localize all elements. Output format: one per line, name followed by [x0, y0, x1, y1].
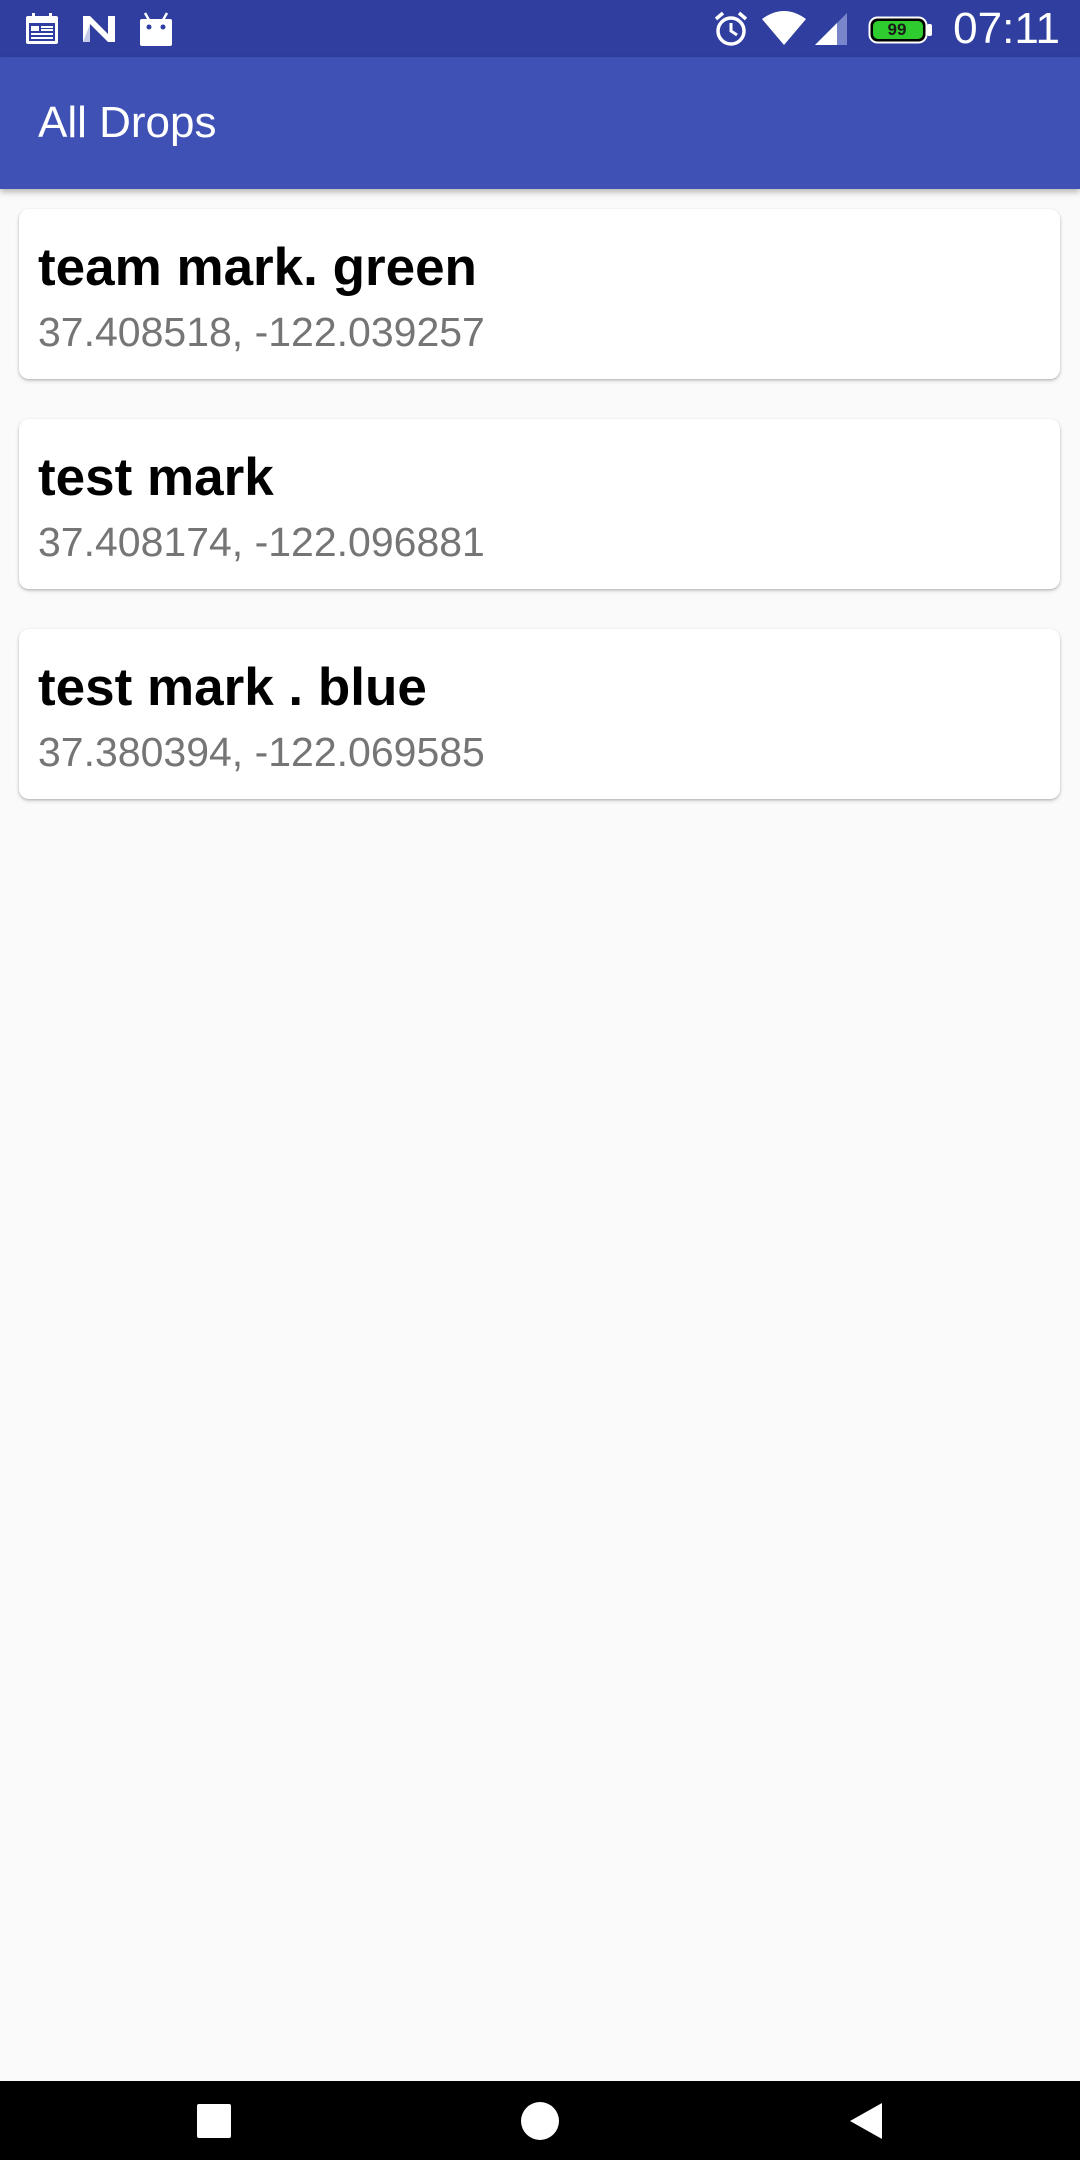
wifi-icon — [760, 9, 808, 49]
home-circle-icon — [521, 2101, 559, 2140]
battery-level-text: 99 — [887, 20, 907, 39]
calendar-icon — [24, 9, 60, 49]
drop-name: test mark . blue — [38, 658, 427, 717]
cell-signal-icon — [812, 9, 850, 49]
drop-card[interactable]: test mark . blue 37.380394, -122.069585 — [19, 629, 1060, 799]
page-title: All Drops — [38, 98, 217, 147]
drop-name: test mark — [38, 448, 274, 507]
drop-coordinates: 37.380394, -122.069585 — [38, 729, 485, 775]
recents-square-icon — [197, 2103, 231, 2138]
app-bar: All Drops — [0, 57, 1080, 189]
alarm-icon — [712, 9, 750, 49]
back-triangle-icon — [850, 2102, 882, 2139]
back-button[interactable] — [806, 2081, 926, 2160]
status-bar: 99 07:11 — [0, 0, 1080, 57]
status-time: 07:11 — [953, 4, 1060, 53]
android-icon — [136, 9, 176, 49]
drop-card[interactable]: team mark. green 37.408518, -122.039257 — [19, 209, 1060, 379]
drop-card[interactable]: test mark 37.408174, -122.096881 — [19, 419, 1060, 589]
drop-name: team mark. green — [38, 238, 477, 297]
drop-coordinates: 37.408174, -122.096881 — [38, 519, 485, 565]
drop-coordinates: 37.408518, -122.039257 — [38, 309, 485, 355]
home-button[interactable] — [480, 2081, 600, 2160]
recents-button[interactable] — [154, 2081, 274, 2160]
navigation-bar — [0, 2081, 1080, 2160]
battery-icon: 99 — [868, 16, 934, 44]
screen: 99 07:11 All Drops team mark. green 37.4… — [0, 0, 1080, 2160]
n-notification-icon — [80, 9, 118, 49]
